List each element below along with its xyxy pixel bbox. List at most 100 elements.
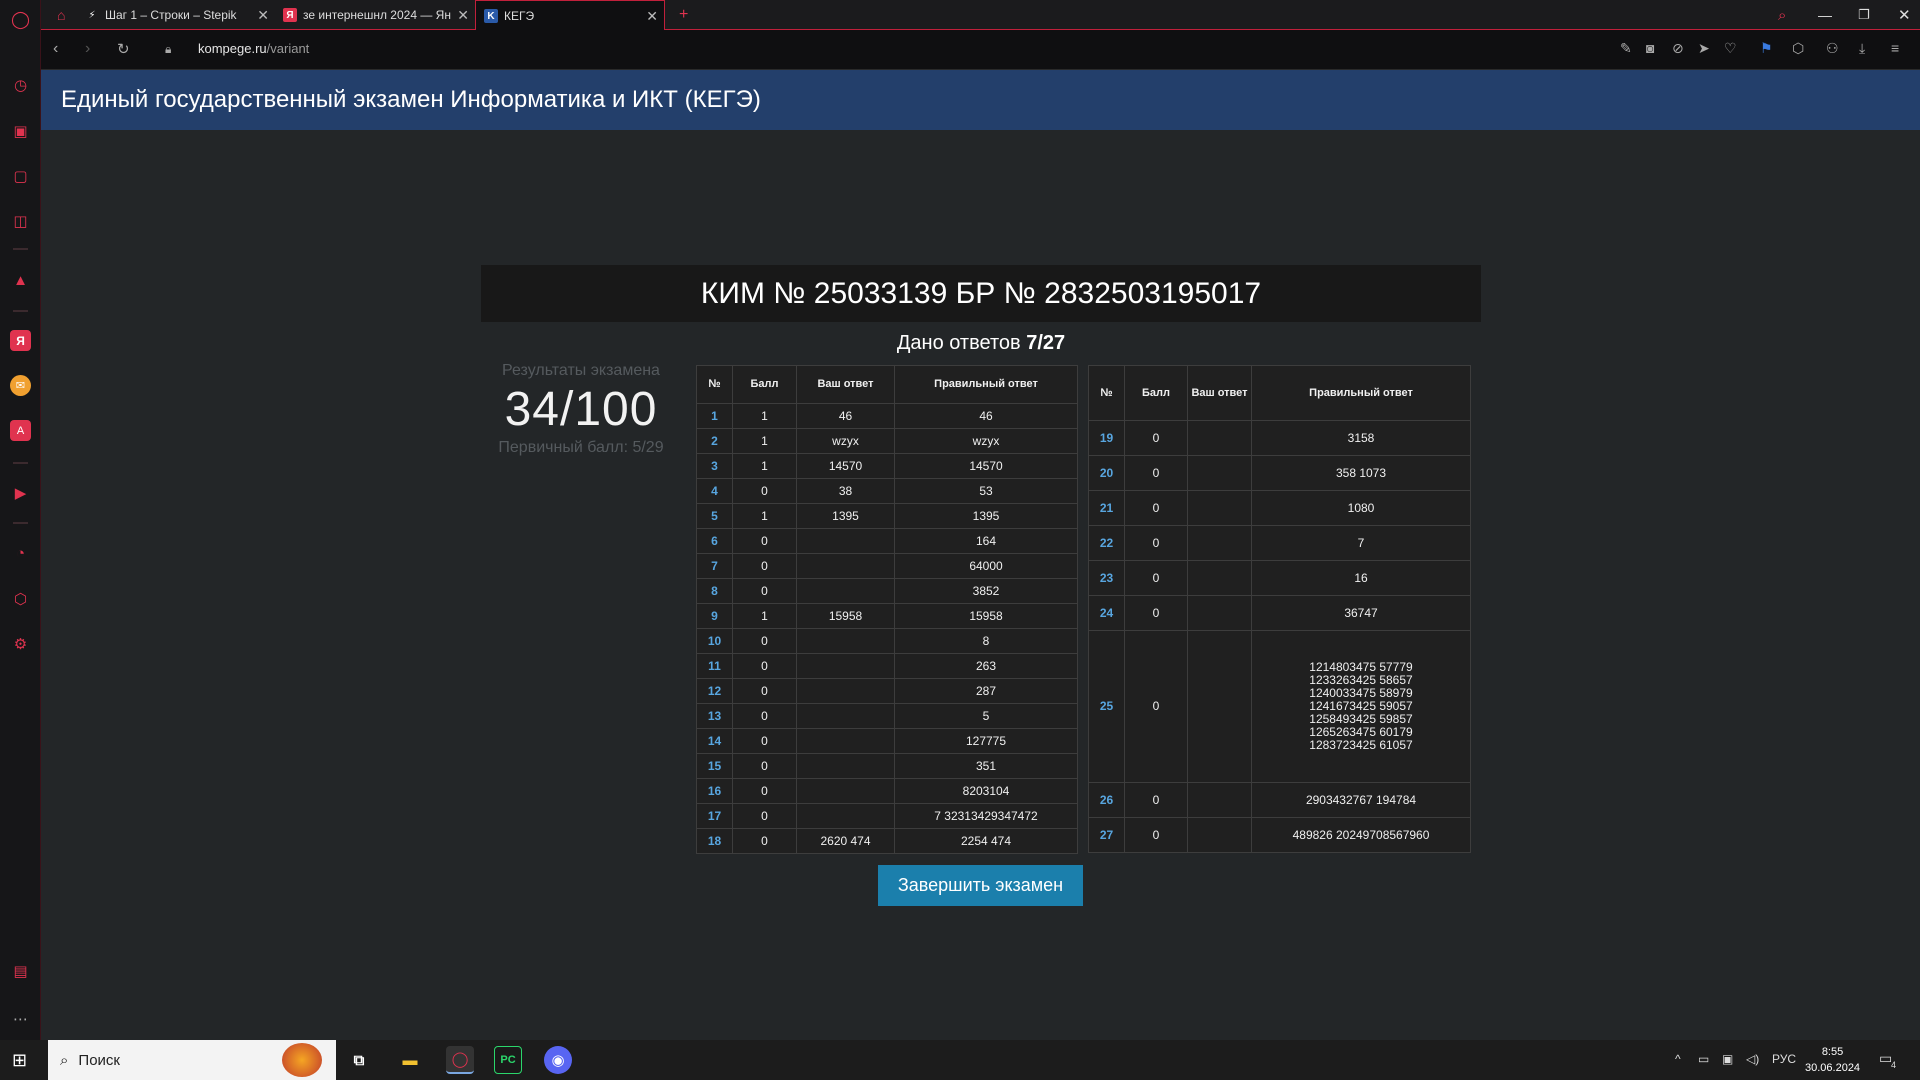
settings-gear-icon[interactable]: ⚙ <box>10 633 31 654</box>
history-icon[interactable]: ◔ <box>10 543 31 564</box>
taskbar-search[interactable]: ⌕ Поиск <box>48 1040 336 1080</box>
network-icon[interactable]: ▣ <box>1722 1052 1733 1066</box>
row-correct-answer: 2254 474 <box>894 828 1078 854</box>
table-row: 17 0 7 32313429347472 <box>696 803 1078 829</box>
tab-stepik[interactable]: ⚡ Шаг 1 – Строки – Stepik ✕ <box>77 0 275 30</box>
row-score: 0 <box>732 828 797 854</box>
table-row: 25 0 1214803475 57779 1233263425 58657 124… <box>1088 630 1471 783</box>
opera-logo-icon[interactable]: ◯ <box>10 9 31 30</box>
heart-icon[interactable]: ♡ <box>1724 40 1737 57</box>
gallery-icon[interactable]: ▤ <box>10 960 31 981</box>
row-correct-answer: 2903432767 194784 <box>1251 782 1471 818</box>
row-correct-answer: 263 <box>894 653 1078 679</box>
profile-icon[interactable]: ⚇ <box>1826 40 1839 57</box>
page-content: Единый государственный экзамен Информати… <box>41 70 1920 1040</box>
row-your-answer <box>1187 490 1252 526</box>
row-correct-answer: 127775 <box>894 728 1078 754</box>
row-correct-answer: 15958 <box>894 603 1078 629</box>
edit-icon[interactable]: ✎ <box>1620 40 1632 57</box>
row-score: 0 <box>1124 525 1188 561</box>
tab-search-icon[interactable]: ⌕ <box>1770 0 1786 30</box>
tab-yandex[interactable]: Я зе интернешнл 2024 — Ян ✕ <box>275 0 475 30</box>
minimize-icon[interactable]: — <box>1810 0 1832 30</box>
speed-dial-icon[interactable]: ◷ <box>10 74 31 95</box>
row-score: 0 <box>1124 490 1188 526</box>
close-tab-icon[interactable]: ✕ <box>457 7 469 24</box>
new-tab-button[interactable]: + <box>671 0 695 30</box>
table-row: 15 0 351 <box>696 753 1078 779</box>
camera-icon[interactable]: ◙ <box>1646 40 1654 56</box>
more-icon[interactable]: ⋯ <box>10 1008 31 1029</box>
player-icon[interactable]: ▶ <box>10 482 31 503</box>
row-correct-answer: 36747 <box>1251 595 1471 631</box>
row-score: 1 <box>732 503 797 529</box>
row-correct-answer: 64000 <box>894 553 1078 579</box>
table-row: 1 1 46 46 <box>696 403 1078 429</box>
row-correct-answer: 7 <box>1251 525 1471 561</box>
aria-icon[interactable]: ▲ <box>10 270 31 291</box>
restore-icon[interactable]: ❐ <box>1850 0 1870 30</box>
clock[interactable]: 8:55 30.06.2024 <box>1805 1044 1860 1076</box>
extensions-icon[interactable]: ⬡ <box>10 588 31 609</box>
table-row: 27 0 489826 20249708567960 <box>1088 817 1471 853</box>
cube-icon[interactable]: ⬡ <box>1792 40 1804 57</box>
forward-icon[interactable]: › <box>85 40 90 58</box>
row-your-answer <box>1187 595 1252 631</box>
row-score: 0 <box>732 553 797 579</box>
page-header: Единый государственный экзамен Информати… <box>41 70 1920 130</box>
adblock-icon[interactable]: ⊘ <box>1672 40 1684 57</box>
back-icon[interactable]: ‹ <box>53 40 58 58</box>
yandex-icon[interactable]: Я <box>10 330 31 351</box>
row-your-answer <box>796 553 895 579</box>
mail-icon[interactable]: ✉ <box>10 375 31 396</box>
row-correct-answer: 489826 20249708567960 <box>1251 817 1471 853</box>
volume-icon[interactable]: ◁) <box>1746 1052 1759 1066</box>
window-close-icon[interactable]: ✕ <box>1890 0 1911 30</box>
row-number: 15 <box>696 753 733 779</box>
reload-icon[interactable]: ↻ <box>117 40 130 58</box>
tab-kege[interactable]: K КЕГЭ ✕ <box>475 0 665 31</box>
tab-workspace-icon[interactable]: ⌂ <box>49 0 71 30</box>
row-number: 24 <box>1088 595 1125 631</box>
row-number: 23 <box>1088 560 1125 596</box>
opera-taskbar-icon[interactable]: ◯ <box>446 1046 474 1074</box>
instagram-icon[interactable]: ◫ <box>10 210 31 231</box>
windows-start-icon[interactable]: ⊞ <box>12 1050 27 1071</box>
task-view-icon[interactable]: ⧉ <box>345 1046 373 1074</box>
menu-icon[interactable]: ≡ <box>1891 40 1899 56</box>
app-icon[interactable]: A <box>10 420 31 441</box>
row-number: 3 <box>696 453 733 479</box>
row-your-answer <box>1187 630 1252 783</box>
pycharm-icon[interactable]: PC <box>494 1046 522 1074</box>
row-correct-answer: 1214803475 57779 1233263425 58657 124003… <box>1251 630 1471 783</box>
answered-value: 7/27 <box>1026 332 1066 354</box>
table-row: 13 0 5 <box>696 703 1078 729</box>
kim-title: КИМ № 25033139 БР № 2832503195017 <box>481 265 1481 322</box>
close-tab-icon[interactable]: ✕ <box>646 8 658 25</box>
file-explorer-icon[interactable]: ▬ <box>396 1046 424 1074</box>
row-number: 21 <box>1088 490 1125 526</box>
twitch-icon[interactable]: ▢ <box>10 165 31 186</box>
url-field[interactable]: kompege.ru/variant <box>198 41 309 56</box>
row-your-answer <box>1187 420 1252 456</box>
row-your-answer <box>1187 455 1252 491</box>
language-indicator[interactable]: РУС <box>1772 1052 1796 1066</box>
shopping-icon[interactable]: ▣ <box>10 120 31 141</box>
tray-chevron-icon[interactable]: ^ <box>1675 1052 1681 1066</box>
download-icon[interactable]: ⤓ <box>1859 40 1865 57</box>
table-row: 5 1 1395 1395 <box>696 503 1078 529</box>
send-icon[interactable]: ➤ <box>1698 40 1710 57</box>
close-tab-icon[interactable]: ✕ <box>257 7 269 24</box>
row-score: 0 <box>1124 630 1188 783</box>
header-title: Единый государственный экзамен Информати… <box>61 86 761 113</box>
sidebar-separator <box>13 522 28 524</box>
row-number: 11 <box>696 653 733 679</box>
row-score: 0 <box>732 528 797 554</box>
row-your-answer <box>796 678 895 704</box>
flag-icon[interactable]: ⚑ <box>1760 40 1773 57</box>
table-row: 22 0 7 <box>1088 525 1471 561</box>
discord-icon[interactable]: ◉ <box>544 1046 572 1074</box>
finish-exam-button[interactable]: Завершить экзамен <box>878 865 1083 906</box>
tray-device-icon[interactable]: ▭ <box>1698 1052 1709 1066</box>
results-table-1: № Балл Ваш ответ Правильный ответ 1 1 46 46… <box>696 365 1078 854</box>
